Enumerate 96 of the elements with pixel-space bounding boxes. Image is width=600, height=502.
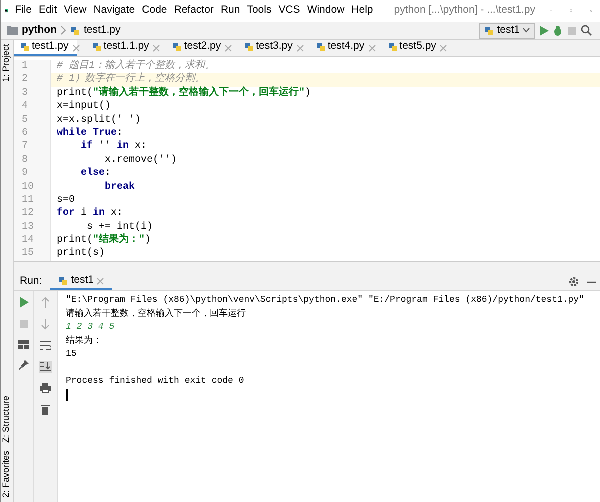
editor-tab[interactable]: test2.py [166,40,230,56]
folder-icon [7,26,18,35]
python-file-icon [58,276,68,286]
print-icon[interactable] [40,383,51,393]
line-number: 10 [21,180,36,194]
python-file-icon [172,42,182,52]
chevron-icon [61,26,66,35]
line-number: 8 [21,154,30,168]
code-line: print("结果为：") [56,234,152,248]
close-icon[interactable] [96,278,104,284]
console-output: 15 [66,348,78,361]
down-arrow-icon[interactable] [41,319,50,330]
editor-tab[interactable]: test1.py [14,40,77,56]
close-icon[interactable] [296,44,304,52]
close-icon[interactable] [225,44,232,52]
python-file-icon [388,42,398,52]
line-number: 12 [21,207,36,221]
menu-item[interactable]: Navigate [94,3,136,19]
python-file-icon [316,42,326,52]
code-line: if '' in x: [80,140,148,154]
settings-icon[interactable] [569,277,579,287]
side-tab[interactable]: Z: Structure [0,392,14,447]
menu-item[interactable]: VCS [278,3,300,19]
line-number: 7 [21,140,30,154]
bug-icon[interactable] [553,26,563,36]
editor-tab[interactable]: test5.py [382,40,444,56]
line-number: 1 [21,60,30,74]
line-number: 9 [21,167,30,181]
run-config-dropdown[interactable]: test1 [479,22,535,38]
close-icon[interactable] [368,44,376,52]
window-title: python [...\python] - ...\test1.py [394,3,536,18]
line-number: 14 [21,234,36,248]
menu-item[interactable]: Run [220,3,240,19]
console-output: Process finished with exit code 0 [66,375,246,388]
code-line: x=input() [56,100,112,114]
caret-icon [523,28,530,33]
close-icon[interactable] [72,44,80,52]
editor-tab[interactable]: test4.py [310,40,373,56]
line-number: 6 [21,126,30,140]
python-file-icon [484,26,494,36]
line-number: 11 [21,194,36,208]
code-line: s=0 [56,194,76,208]
stop-icon[interactable] [567,26,577,36]
trash-icon[interactable] [41,404,50,415]
line-number: 13 [21,220,36,234]
menu-item[interactable]: View [64,3,87,19]
code-line: print("请输入若干整数，空格输入下一个，回车运行") [56,86,312,100]
console-input-text: 1 2 3 4 5 [66,321,115,334]
console-output: 结果为： [66,334,103,348]
close-icon[interactable] [153,44,160,52]
panel-label: Run: [20,274,42,290]
line-number: 4 [21,100,30,114]
line-number: 5 [21,114,30,127]
side-tab[interactable]: 1: Project [0,40,14,86]
code-line: x.remove('') [104,154,178,168]
code-line: x=x.split(' ') [56,114,142,127]
breadcrumb-item[interactable]: python [22,22,57,38]
python-file-icon [20,42,30,52]
run-tab[interactable]: test1 [50,274,112,290]
up-arrow-icon[interactable] [41,297,50,308]
editor-tab[interactable]: test3.py [238,40,301,56]
console-output: 请输入若干整数，空格输入下一个，回车运行 [66,308,247,320]
run-icon[interactable] [539,26,549,36]
code-line: else: [80,167,112,181]
code-line: while True: [56,126,124,140]
search-icon[interactable] [581,25,592,36]
pin-icon[interactable] [18,360,28,370]
soft-wrap-icon[interactable] [40,341,51,351]
close-icon[interactable] [440,44,448,52]
side-tab[interactable]: 2: Favorites [0,446,14,502]
line-number: 2 [21,73,30,87]
rerun-icon[interactable] [18,297,28,308]
line-number: 15 [21,247,36,261]
menu-item[interactable]: Code [142,3,168,19]
menu-item[interactable]: File [15,3,32,19]
breadcrumb-item[interactable]: test1.py [84,22,121,38]
python-file-icon [92,42,102,52]
code-line: print(s) [56,247,106,261]
code-line: # 题目1：输入若干个整数，求和。 [56,60,216,72]
line-number: 3 [21,86,30,100]
stop-icon[interactable] [18,319,28,329]
editor-tab[interactable]: test1.1.py [86,40,158,56]
python-file-icon [70,26,80,36]
console-command: "E:\Program Files (x86)\python\venv\Scripts\python.exe" "E:/Program Files (x86)/python/test1.py" [66,294,586,307]
menu-item[interactable]: Help [352,3,374,19]
python-file-icon [244,42,254,52]
code-line: break [104,180,136,194]
scroll-to-end-icon[interactable] [40,362,51,372]
code-line: for i in x: [56,207,124,221]
menu-item[interactable]: Refactor [174,3,214,19]
code-line: s += int(i) [86,220,154,234]
layout-icon[interactable] [18,340,29,349]
text-cursor [66,388,68,400]
menu-item[interactable]: Window [307,3,345,19]
menu-item[interactable]: Tools [247,3,272,19]
menu-item[interactable]: Edit [39,3,58,19]
